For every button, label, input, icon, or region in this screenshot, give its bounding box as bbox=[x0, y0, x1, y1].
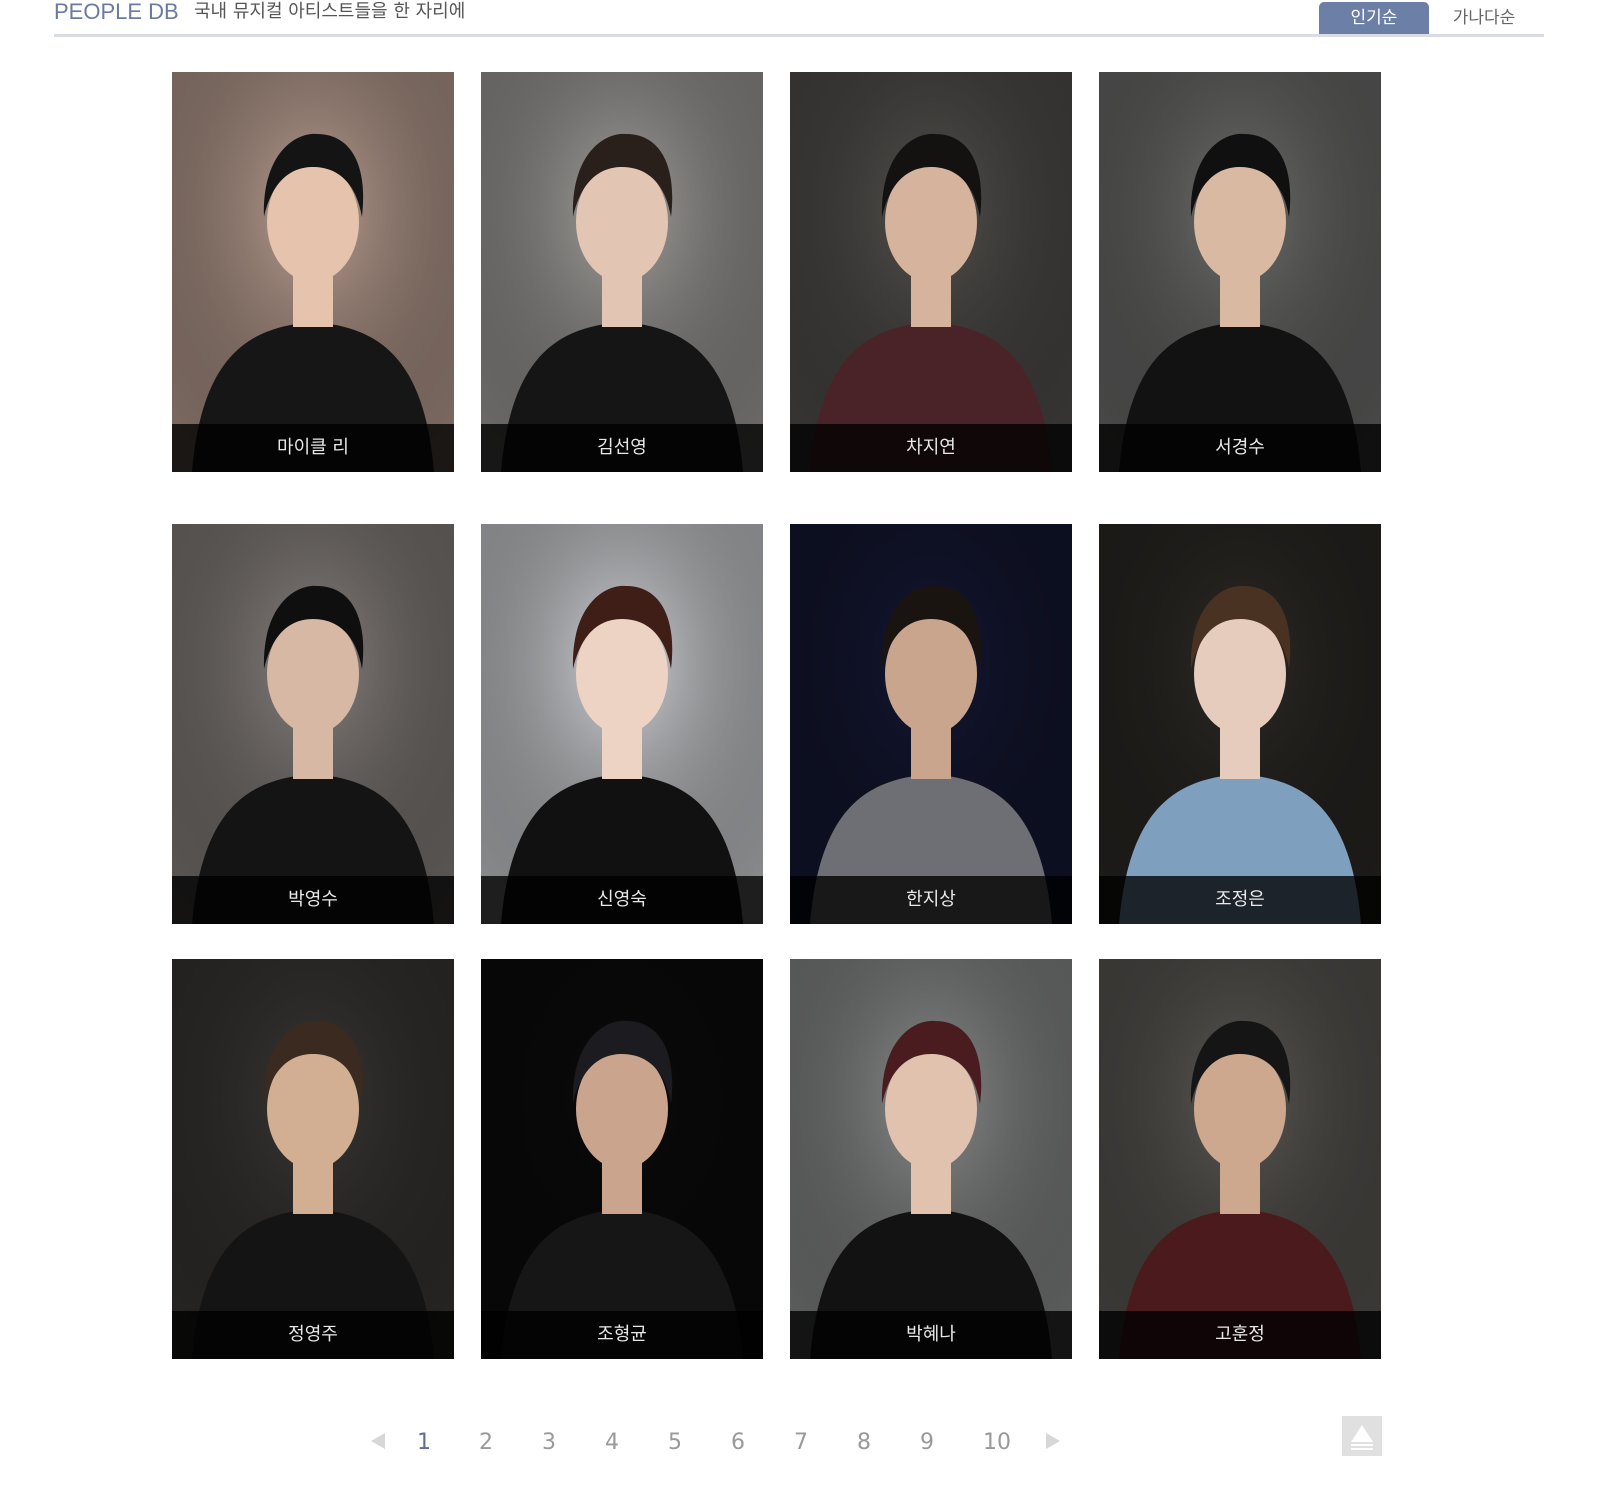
page-link[interactable]: 5 bbox=[655, 1425, 695, 1461]
page-link[interactable]: 7 bbox=[781, 1425, 821, 1461]
artist-photo bbox=[790, 72, 1072, 472]
artist-photo bbox=[1099, 959, 1381, 1359]
page-tagline: 국내 뮤지컬 아티스트들을 한 자리에 bbox=[194, 1, 466, 22]
artist-name: 정영주 bbox=[172, 1311, 454, 1359]
artist-card[interactable]: 박혜나 bbox=[790, 959, 1072, 1359]
tab-sort-alphabetical[interactable]: 가나다순 bbox=[1429, 2, 1539, 35]
artist-photo bbox=[790, 524, 1072, 924]
artist-name: 조정은 bbox=[1099, 876, 1381, 924]
artist-name: 김선영 bbox=[481, 424, 763, 472]
artist-name: 차지연 bbox=[790, 424, 1072, 472]
scroll-top-button[interactable] bbox=[1342, 1416, 1382, 1456]
scroll-top-icon bbox=[1351, 1425, 1373, 1450]
next-page-icon[interactable] bbox=[1046, 1433, 1060, 1449]
artist-name: 박혜나 bbox=[790, 1311, 1072, 1359]
artist-card[interactable]: 김선영 bbox=[481, 72, 763, 472]
artist-name: 신영숙 bbox=[481, 876, 763, 924]
artist-name: 마이클 리 bbox=[172, 424, 454, 472]
artist-photo bbox=[790, 959, 1072, 1359]
artist-card[interactable]: 신영숙 bbox=[481, 524, 763, 924]
page-header: PEOPLE DB 국내 뮤지컬 아티스트들을 한 자리에 인기순 가나다순 bbox=[54, 0, 1544, 40]
artist-card[interactable]: 조형균 bbox=[481, 959, 763, 1359]
artist-card[interactable]: 고훈정 bbox=[1099, 959, 1381, 1359]
artist-name: 조형균 bbox=[481, 1311, 763, 1359]
page-link[interactable]: 10 bbox=[977, 1425, 1017, 1461]
page-link[interactable]: 9 bbox=[907, 1425, 947, 1461]
artist-card[interactable]: 박영수 bbox=[172, 524, 454, 924]
artist-name: 서경수 bbox=[1099, 424, 1381, 472]
header-divider bbox=[54, 34, 1544, 37]
tab-sort-popular[interactable]: 인기순 bbox=[1319, 2, 1429, 35]
artist-photo bbox=[481, 959, 763, 1359]
brand-title: PEOPLE DB bbox=[54, 0, 179, 24]
page-link[interactable]: 1 bbox=[404, 1425, 444, 1461]
artist-photo bbox=[172, 959, 454, 1359]
artist-photo bbox=[1099, 524, 1381, 924]
prev-page-icon[interactable] bbox=[371, 1433, 385, 1449]
artist-card[interactable]: 조정은 bbox=[1099, 524, 1381, 924]
artist-name: 박영수 bbox=[172, 876, 454, 924]
page-link[interactable]: 2 bbox=[466, 1425, 506, 1461]
artist-card[interactable]: 한지상 bbox=[790, 524, 1072, 924]
page-link[interactable]: 6 bbox=[718, 1425, 758, 1461]
artist-name: 한지상 bbox=[790, 876, 1072, 924]
artist-card[interactable]: 차지연 bbox=[790, 72, 1072, 472]
artist-photo bbox=[1099, 72, 1381, 472]
artist-photo bbox=[481, 72, 763, 472]
artist-photo bbox=[481, 524, 763, 924]
page-link[interactable]: 4 bbox=[592, 1425, 632, 1461]
artist-card[interactable]: 서경수 bbox=[1099, 72, 1381, 472]
artist-name: 고훈정 bbox=[1099, 1311, 1381, 1359]
artist-photo bbox=[172, 524, 454, 924]
artist-card[interactable]: 정영주 bbox=[172, 959, 454, 1359]
page-link[interactable]: 3 bbox=[529, 1425, 569, 1461]
page-link[interactable]: 8 bbox=[844, 1425, 884, 1461]
artist-photo bbox=[172, 72, 454, 472]
artist-card[interactable]: 마이클 리 bbox=[172, 72, 454, 472]
